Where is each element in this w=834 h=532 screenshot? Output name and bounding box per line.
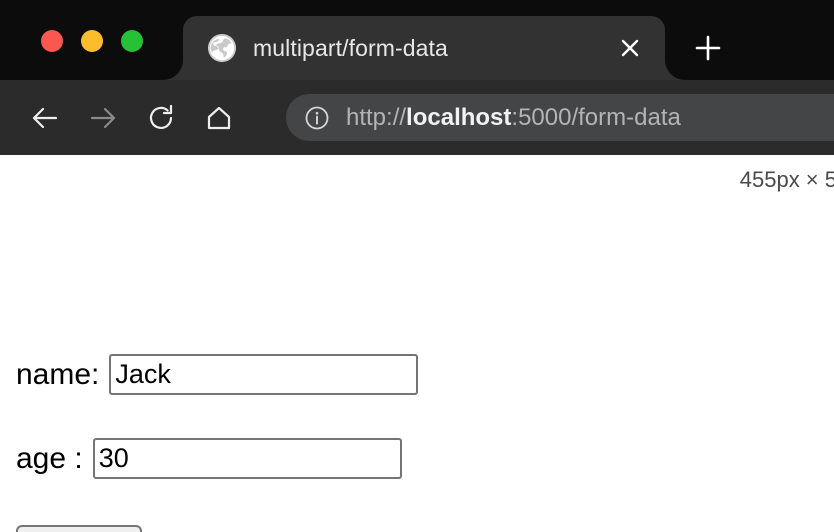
browser-tab-active[interactable]: multipart/form-data [183,16,665,80]
url-host: localhost [406,103,512,131]
window-controls [41,30,143,52]
tab-strip: multipart/form-data [0,0,834,80]
close-icon [621,39,639,57]
tab-title: multipart/form-data [253,34,448,61]
url-text: http://localhost:5000/form-data [346,104,681,132]
plus-icon [695,35,721,61]
globe-icon [207,33,237,63]
address-bar[interactable]: http://localhost:5000/form-data [286,94,834,141]
tab-close-button[interactable] [617,35,643,61]
name-label: name: [16,357,100,391]
forward-button[interactable] [80,95,126,141]
browser-toolbar: http://localhost:5000/form-data [0,80,834,155]
age-label: age : [16,441,83,475]
home-button[interactable] [196,95,242,141]
url-path: :5000/form-data [511,103,681,131]
home-icon [207,106,231,129]
page-content: 455px × 5 name: age : Submit [0,155,834,532]
new-tab-button[interactable] [692,32,724,64]
reload-icon [149,104,173,129]
close-window-button[interactable] [41,30,63,52]
form-row-name: name: [16,354,419,395]
info-circle-icon[interactable] [304,105,330,131]
submit-button[interactable]: Submit [16,525,142,532]
minimize-window-button[interactable] [81,30,103,52]
browser-window: multipart/form-data http://localhost:500… [0,0,834,532]
age-input[interactable] [92,438,402,479]
zoom-window-button[interactable] [121,30,143,52]
tab-left-notch [163,60,183,80]
name-input[interactable] [109,354,419,395]
forward-arrow-icon [90,107,116,128]
viewport-size-badge: 455px × 5 [739,167,834,192]
tab-right-notch [665,60,685,80]
reload-button[interactable] [138,95,184,141]
back-arrow-icon [32,107,58,128]
url-scheme: http:// [346,103,407,131]
back-button[interactable] [22,95,68,141]
form-row-age: age : [16,438,402,479]
